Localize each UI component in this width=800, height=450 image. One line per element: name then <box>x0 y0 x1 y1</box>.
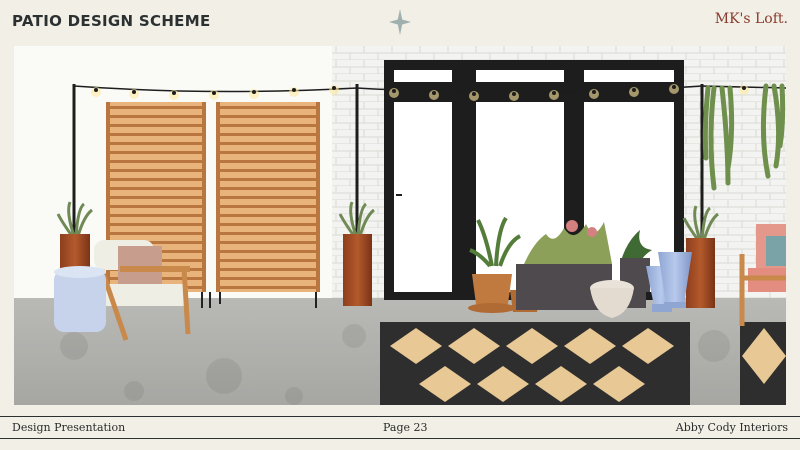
brand-logo: MK's Loft. <box>714 11 788 27</box>
patio-moodboard <box>14 46 786 405</box>
footer-rule-top <box>0 416 800 417</box>
footer-rule-bottom <box>0 438 800 439</box>
footer-page-number: Page 23 <box>383 421 428 434</box>
sparkle-star-icon <box>389 9 411 35</box>
page-title: Patio Design Scheme <box>12 12 211 30</box>
footer-right: Abby Cody Interiors <box>675 421 788 434</box>
footer-left: Design Presentation <box>12 421 126 434</box>
